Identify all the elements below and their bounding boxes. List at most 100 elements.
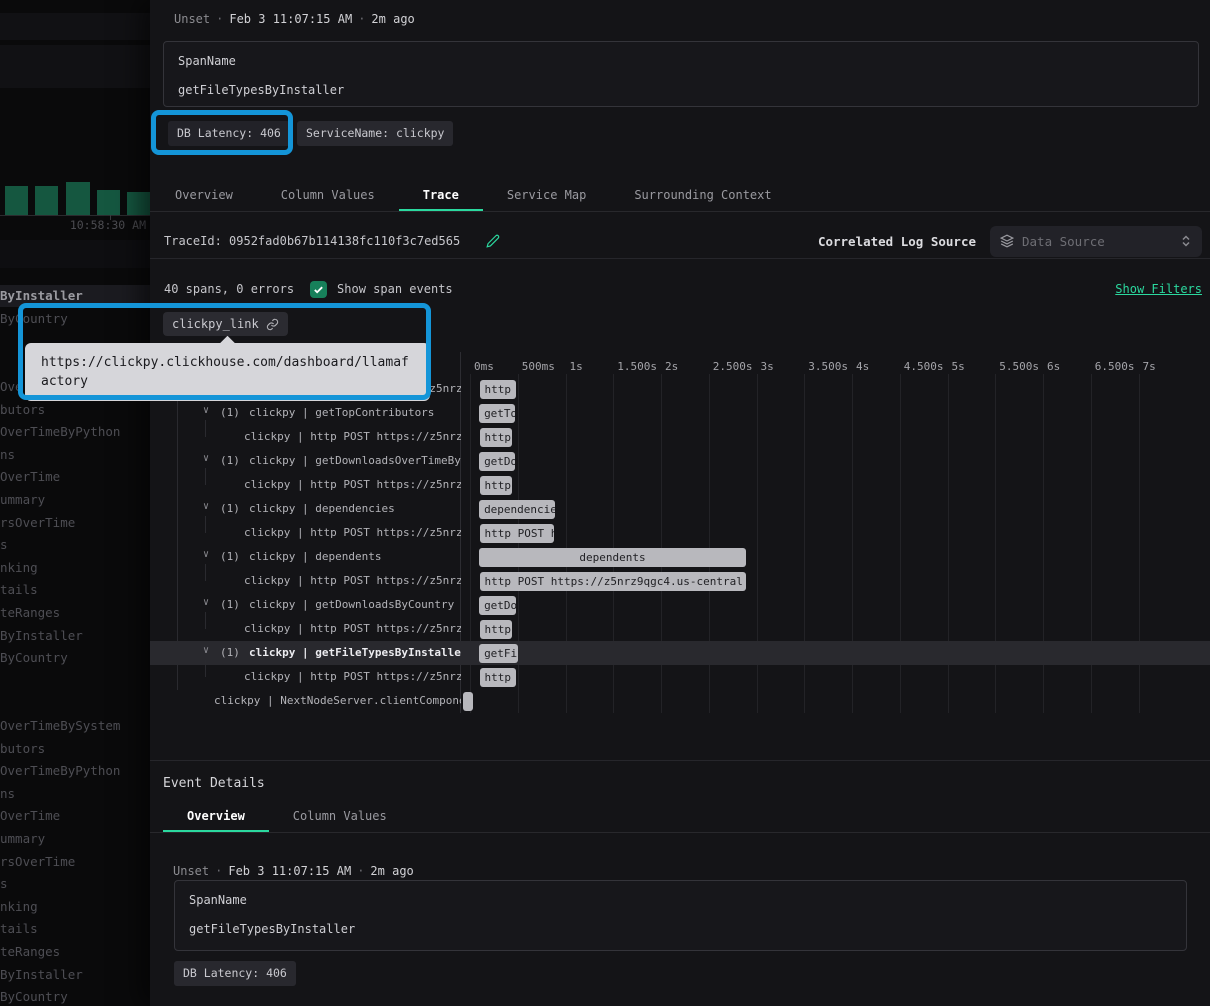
background-list-item[interactable]: ummary	[0, 831, 45, 846]
span-duration-bar[interactable]: http POST https://z5nrz9qgc4.us-central	[480, 668, 516, 687]
trace-span-row[interactable]: clickpy | http POST https://z5nrz http PO…	[150, 521, 1210, 545]
tab-trace[interactable]: Trace	[399, 180, 483, 211]
background-list-item[interactable]: s	[0, 876, 8, 891]
tab-surrounding-context[interactable]: Surrounding Context	[610, 180, 795, 211]
background-list-item[interactable]: butors	[0, 741, 45, 756]
chevron-down-icon[interactable]: ∨	[203, 453, 209, 464]
check-icon	[313, 284, 324, 295]
span-duration-bar[interactable]: http POST https://z5nrz9qgc4.us-central	[480, 572, 746, 591]
tree-guide-line	[205, 612, 206, 629]
background-list-item[interactable]: teRanges	[0, 605, 60, 620]
axis-tick-label: 4s	[856, 360, 869, 373]
axis-tick-label: 6s	[1047, 360, 1060, 373]
trace-span-row[interactable]: ∨(1)clickpy | getDownloadsOverTimeBySget…	[150, 449, 1210, 473]
background-list-item[interactable]: Ove	[0, 379, 23, 394]
db-latency-badge[interactable]: DB Latency: 406	[168, 121, 290, 146]
trace-span-row[interactable]: clickpy | http POST https://z5nrzhttp PO…	[150, 569, 1210, 593]
trace-span-row[interactable]: clickpy | NextNodeServer.clientCompone	[150, 689, 1210, 713]
span-duration-bar[interactable]: getFileTypesByInstaller	[479, 644, 518, 663]
background-list-item[interactable]: OverTime	[0, 808, 60, 823]
show-filters-link[interactable]: Show Filters	[1115, 282, 1202, 296]
background-list-item[interactable]: ummary	[0, 492, 45, 507]
span-duration-bar[interactable]: http POST https://z5nrz9qgc4.us-central	[480, 476, 513, 495]
span-name-label: SpanName	[164, 42, 1198, 68]
span-name-label: clickpy | http POST https://z5nrz	[244, 526, 461, 539]
trace-span-row[interactable]: ∨(1)clickpy | getDownloadsByCountrygetDo…	[150, 593, 1210, 617]
background-row	[0, 13, 150, 40]
data-source-select[interactable]: Data Source	[990, 226, 1202, 257]
span-duration-bar[interactable]	[463, 692, 473, 711]
histogram-bar	[127, 192, 150, 215]
span-name-label: clickpy | getDownloadsOverTimeByS	[249, 454, 461, 467]
layers-icon	[1000, 234, 1014, 248]
edit-trace-id-button[interactable]	[486, 234, 500, 248]
axis-tick-label: 0ms	[474, 360, 494, 373]
background-list-item[interactable]: ByInstaller	[0, 628, 83, 643]
relative-time: 2m ago	[371, 12, 414, 26]
span-name-label: clickpy | dependencies	[249, 502, 461, 515]
divider	[150, 760, 1210, 761]
chevron-down-icon[interactable]: ∨	[203, 405, 209, 416]
trace-span-row[interactable]: ∨(1)clickpy | dependentsdependents	[150, 545, 1210, 569]
background-list-item[interactable]: ByCountry	[0, 650, 68, 665]
span-child-count: (1)	[220, 550, 240, 563]
background-list-item[interactable]: rsOverTime	[0, 515, 75, 530]
event-details-tab-column-values[interactable]: Column Values	[269, 801, 411, 832]
trace-span-row[interactable]: clickpy | http POST https://z5nrzhttp PO…	[150, 617, 1210, 641]
chevron-down-icon[interactable]: ∨	[203, 645, 209, 656]
background-list-item[interactable]: s	[0, 537, 8, 552]
span-name-value: getFileTypesByInstaller	[175, 907, 1186, 936]
tab-overview[interactable]: Overview	[151, 180, 257, 211]
trace-span-row[interactable]: clickpy | http POST https://z5nrzhttp PO…	[150, 665, 1210, 689]
dot-separator: ·	[352, 12, 371, 26]
background-list-item[interactable]: OverTime	[0, 469, 60, 484]
tab-column-values[interactable]: Column Values	[257, 180, 399, 211]
span-duration-bar[interactable]: getDownloadsByCountry	[479, 596, 516, 615]
chevron-down-icon[interactable]: ∨	[203, 549, 209, 560]
trace-span-row[interactable]: ∨(1)clickpy | getTopContributorsgetTopCo…	[150, 401, 1210, 425]
background-list-item[interactable]: ByCountry	[0, 989, 68, 1004]
span-duration-bar[interactable]: getDownloadsOverTimeBySystem	[479, 452, 515, 471]
db-latency-badge[interactable]: DB Latency: 406	[174, 961, 296, 986]
span-duration-bar[interactable]: http POST https://z5nrz9qgc4.us-central	[480, 524, 554, 543]
axis-tick-label: 5.500s	[999, 360, 1039, 373]
background-list-item[interactable]: ByCountry	[0, 311, 68, 326]
axis-tick-label: 1.500s	[617, 360, 657, 373]
background-list-item[interactable]: tails	[0, 582, 38, 597]
background-list-item[interactable]: nking	[0, 560, 38, 575]
background-list-item[interactable]: teRanges	[0, 944, 60, 959]
show-span-events-checkbox[interactable]	[310, 281, 327, 298]
background-list-item[interactable]: ns	[0, 447, 15, 462]
service-name-badge[interactable]: ServiceName: clickpy	[297, 121, 453, 146]
trace-span-row[interactable]: ∨(1)clickpy | getFileTypesByInstallerget…	[150, 641, 1210, 665]
background-list-item[interactable]: ns	[0, 786, 15, 801]
trace-span-row[interactable]: ∨(1)clickpy | dependenciesdependencies	[150, 497, 1210, 521]
span-duration-bar[interactable]: dependents	[479, 548, 746, 567]
axis-tick-label: 2.500s	[713, 360, 753, 373]
trace-span-row[interactable]: clickpy | http POST https://z5nrzhttp PO…	[150, 473, 1210, 497]
background-list-item[interactable]: rsOverTime	[0, 854, 75, 869]
chevron-down-icon[interactable]: ∨	[203, 597, 209, 608]
span-name-label: clickpy | http POST https://z5nrz	[244, 430, 461, 443]
trace-span-row[interactable]: clickpy | http POST https://z5nrz http PO…	[150, 425, 1210, 449]
span-duration-bar[interactable]: getTopContributors	[479, 404, 515, 423]
background-list-item[interactable]: ByInstaller	[0, 967, 83, 982]
clickpy-link-badge[interactable]: clickpy_link	[163, 312, 288, 336]
background-list-item[interactable]: butors	[0, 402, 45, 417]
background-list-item[interactable]: tails	[0, 921, 38, 936]
background-list-item[interactable]: OverTimeBySystem	[0, 718, 120, 733]
chevron-down-icon[interactable]: ∨	[203, 501, 209, 512]
background-list-item[interactable]: OverTimeByPython	[0, 763, 120, 778]
event-details-tab-overview[interactable]: Overview	[163, 801, 269, 832]
span-duration-bar[interactable]: dependencies	[479, 500, 555, 519]
data-source-placeholder: Data Source	[1022, 234, 1105, 249]
span-duration-bar[interactable]: http POST https://z5nrz9qgc4.us-central	[480, 620, 513, 639]
background-list-item[interactable]: ByInstaller	[0, 288, 83, 303]
background-list-item[interactable]: nking	[0, 899, 38, 914]
background-list-item[interactable]: OverTimeByPython	[0, 424, 120, 439]
waterfall-rows: clickpy | http POST https://z5nrz http PO…	[150, 377, 1210, 715]
span-duration-bar[interactable]: http POST https://z5nrz9qgc4.us-central	[480, 380, 516, 399]
tab-service-map[interactable]: Service Map	[483, 180, 610, 211]
span-duration-bar[interactable]: http POST https://z5nrz9qgc4.us-central	[480, 428, 513, 447]
histogram-bar	[35, 186, 58, 215]
